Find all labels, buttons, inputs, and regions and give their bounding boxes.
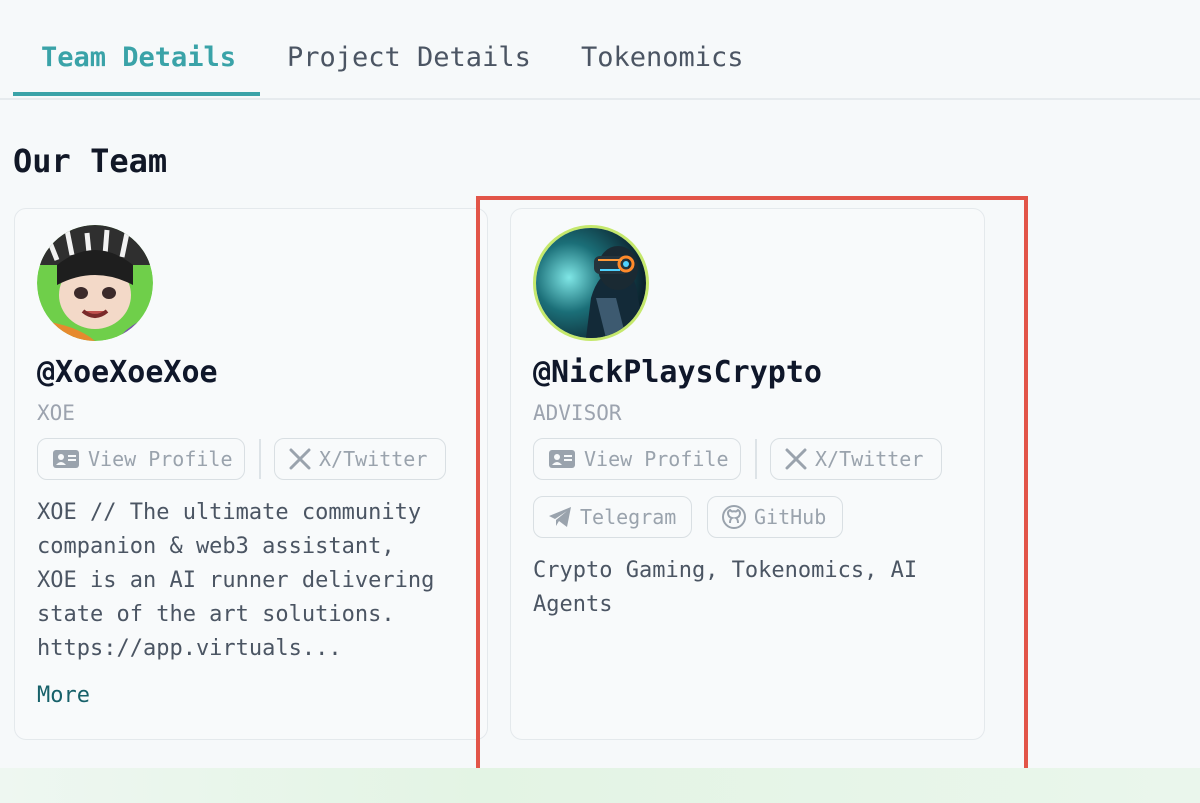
- tab-team-details[interactable]: Team Details: [41, 42, 236, 73]
- github-button[interactable]: GitHub: [707, 496, 843, 538]
- active-tab-indicator: [13, 92, 260, 96]
- tab-bar: Team Details Project Details Tokenomics: [0, 0, 1200, 100]
- avatar: [37, 225, 153, 341]
- member-role: XOE: [37, 401, 75, 425]
- twitter-button[interactable]: X/Twitter: [770, 438, 942, 480]
- team-member-card-xoe: @XoeXoeXoe XOE View Profile X/Twitter XO…: [14, 208, 488, 740]
- twitter-label: X/Twitter: [815, 447, 924, 471]
- view-profile-button[interactable]: View Profile: [37, 438, 245, 480]
- x-logo-icon: [289, 448, 311, 470]
- view-profile-label: View Profile: [584, 447, 729, 471]
- telegram-icon: [549, 507, 571, 527]
- member-role: ADVISOR: [533, 401, 622, 425]
- telegram-label: Telegram: [580, 505, 677, 529]
- avatar: [533, 225, 649, 341]
- member-handle: @NickPlaysCrypto: [533, 355, 822, 390]
- twitter-label: X/Twitter: [319, 447, 428, 471]
- github-label: GitHub: [754, 505, 827, 529]
- tab-project-details[interactable]: Project Details: [287, 42, 531, 73]
- github-icon: [722, 505, 746, 529]
- tab-tokenomics[interactable]: Tokenomics: [581, 42, 744, 73]
- twitter-button[interactable]: X/Twitter: [274, 438, 446, 480]
- member-handle: @XoeXoeXoe: [37, 355, 218, 390]
- telegram-button[interactable]: Telegram: [533, 496, 692, 538]
- team-member-card-nick: @NickPlaysCrypto ADVISOR View Profile X/…: [510, 208, 985, 740]
- divider: [259, 439, 261, 479]
- member-description: XOE // The ultimate community companion …: [37, 500, 435, 661]
- id-card-icon: [53, 450, 79, 468]
- footer-band: [0, 768, 1200, 803]
- id-card-icon: [549, 450, 575, 468]
- view-profile-button[interactable]: View Profile: [533, 438, 741, 480]
- view-profile-label: View Profile: [88, 447, 233, 471]
- x-logo-icon: [785, 448, 807, 470]
- more-link[interactable]: More: [37, 683, 90, 708]
- divider: [755, 439, 757, 479]
- member-description: Crypto Gaming, Tokenomics, AI Agents: [533, 558, 918, 617]
- section-title: Our Team: [13, 142, 168, 180]
